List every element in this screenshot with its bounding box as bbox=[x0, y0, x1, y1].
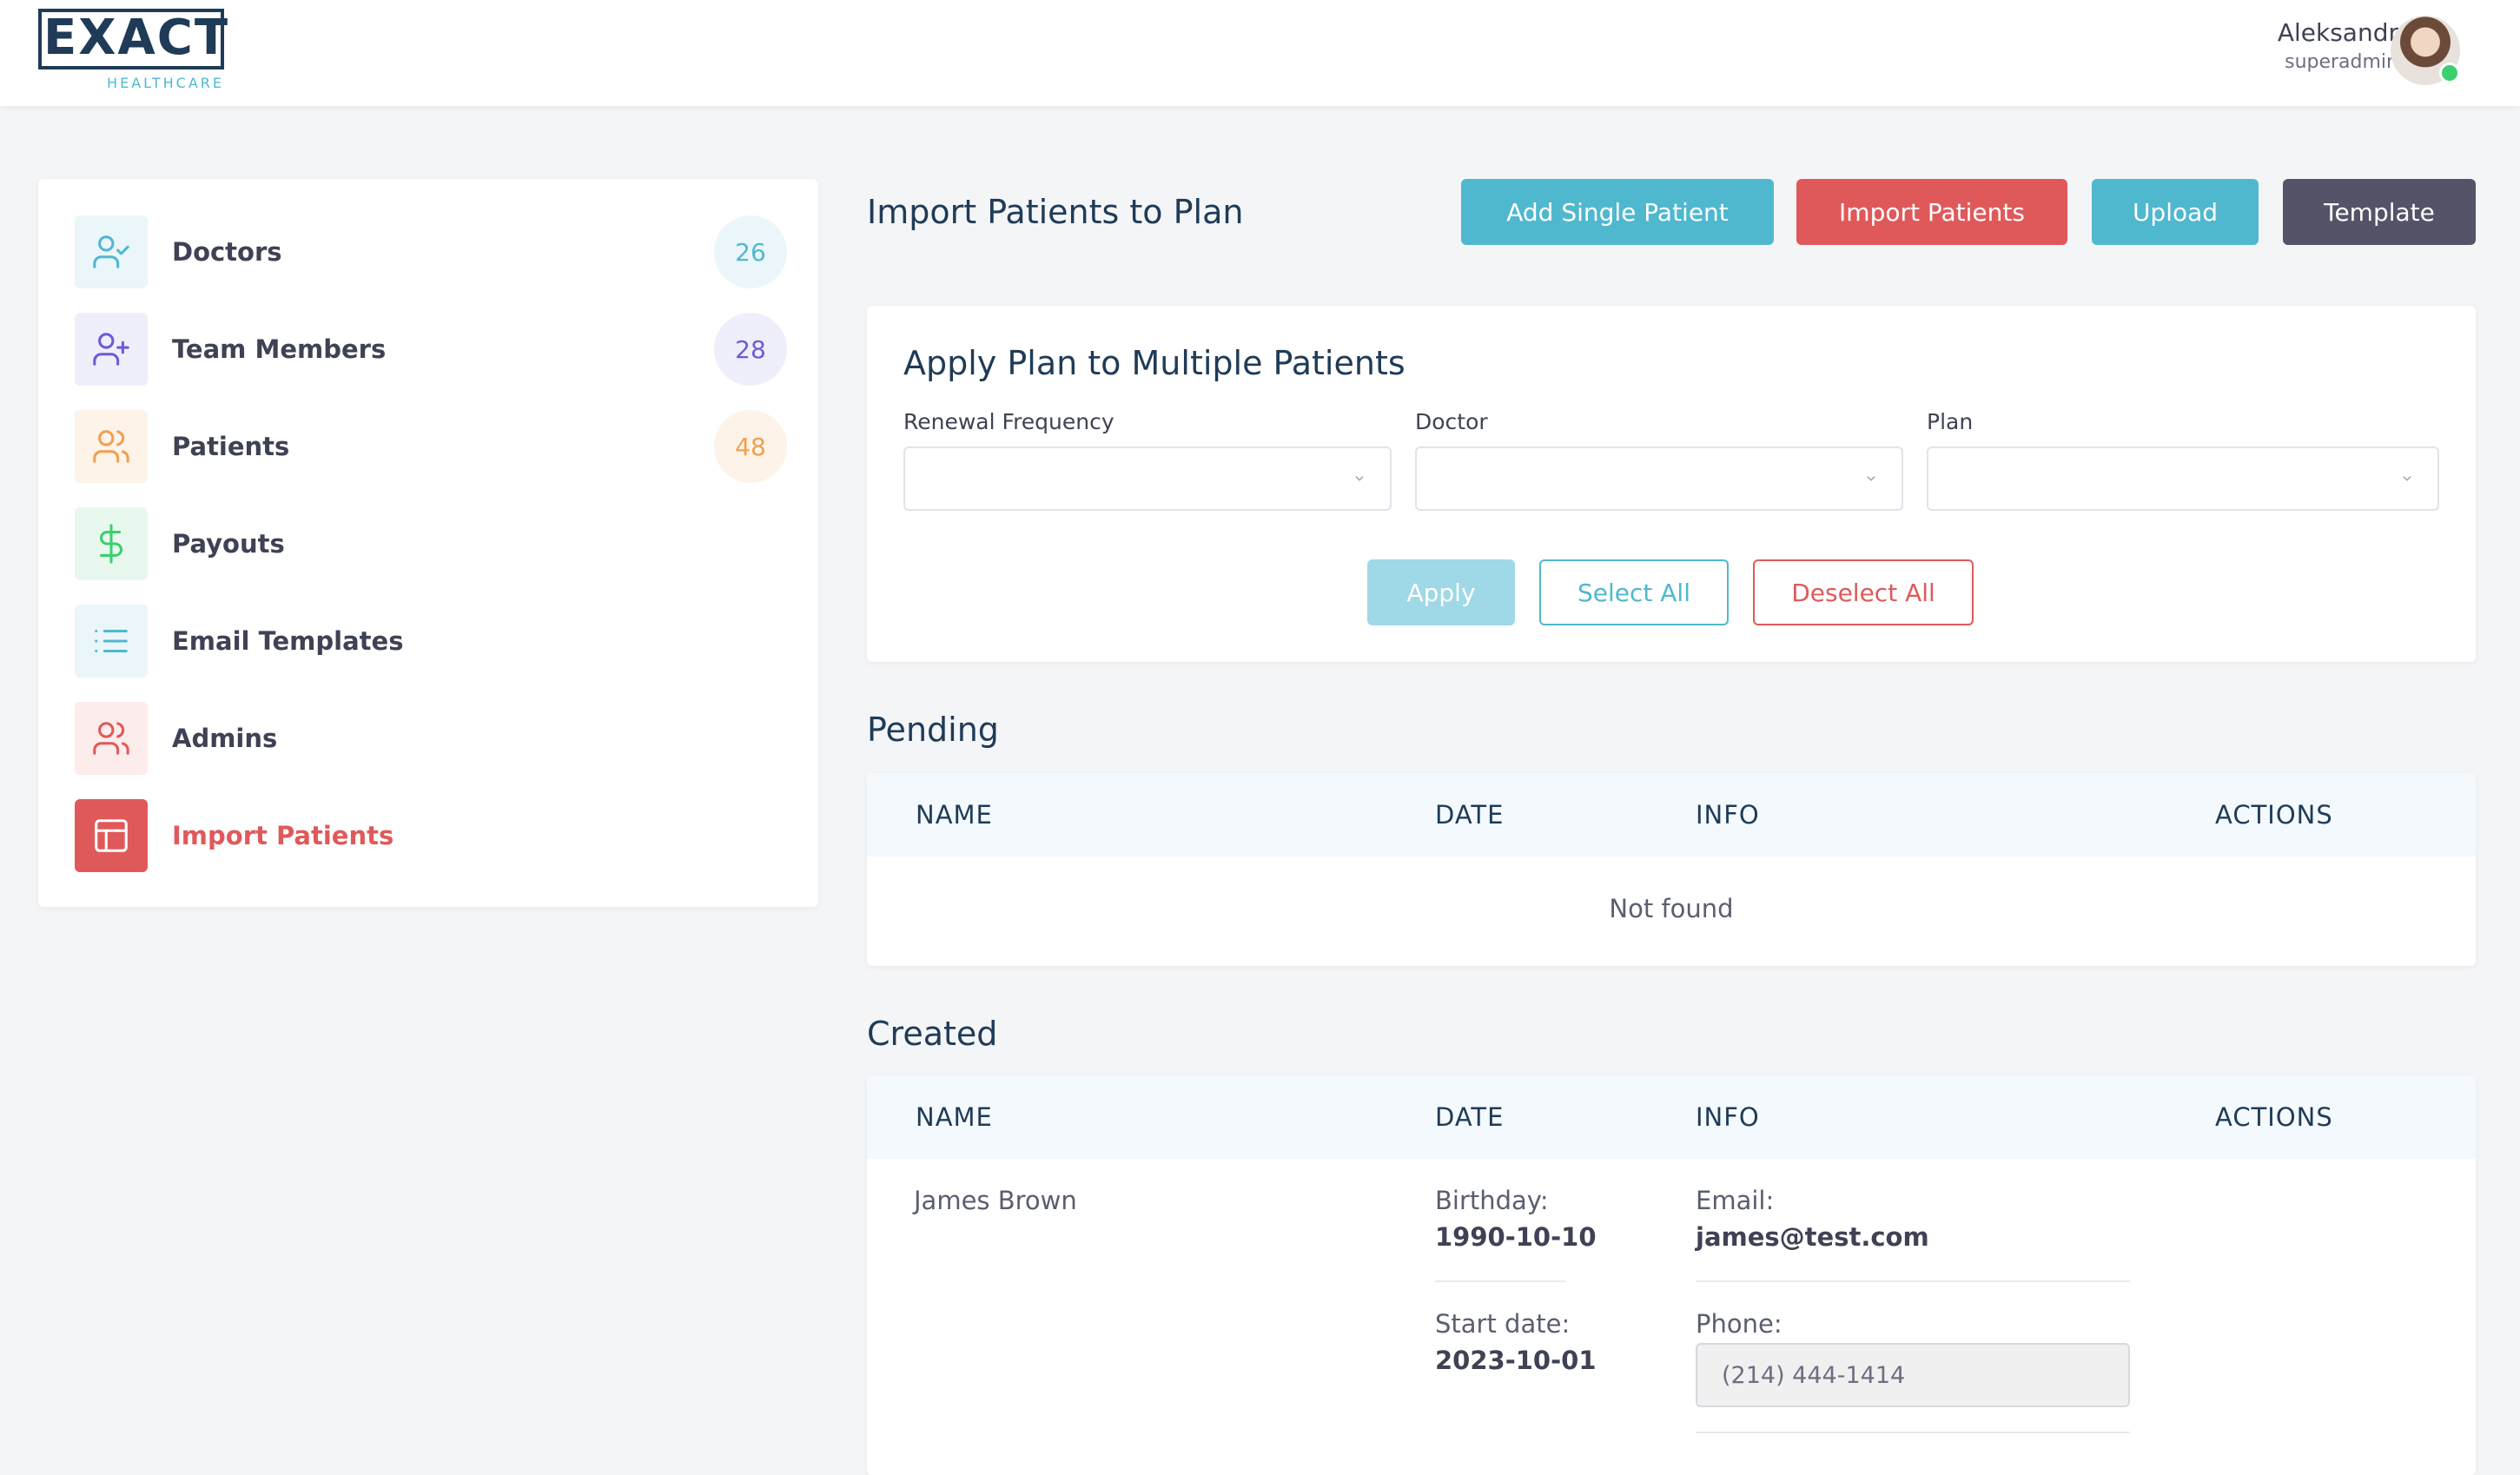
deselect-all-button[interactable]: Deselect All bbox=[1753, 559, 1974, 625]
avatar[interactable] bbox=[2391, 16, 2460, 85]
column-header-info: INFO bbox=[1696, 1102, 1760, 1132]
user-name: Aleksandr bbox=[2277, 18, 2398, 47]
created-table: NAME DATE INFO ACTIONS James Brown Birth… bbox=[867, 1075, 2476, 1475]
email-value: james@test.com bbox=[1696, 1222, 1929, 1252]
sidebar-item-email-templates[interactable]: Email Templates bbox=[75, 605, 787, 678]
logo-subtext: HEALTHCARE bbox=[107, 75, 224, 91]
info-divider bbox=[1696, 1280, 2130, 1282]
birthday-label: Birthday: bbox=[1435, 1186, 1549, 1215]
column-header-name: NAME bbox=[916, 1102, 993, 1132]
sidebar-item-label: Import Patients bbox=[172, 821, 394, 850]
team-members-count-badge: 28 bbox=[714, 313, 787, 386]
start-date-label: Start date: bbox=[1435, 1309, 1571, 1339]
template-button[interactable]: Template bbox=[2283, 179, 2476, 245]
renewal-frequency-select[interactable] bbox=[903, 446, 1392, 511]
sidebar-item-patients[interactable]: Patients 48 bbox=[75, 410, 787, 483]
email-label: Email: bbox=[1696, 1186, 1775, 1215]
column-header-name: NAME bbox=[916, 800, 993, 830]
plan-label: Plan bbox=[1927, 409, 1974, 434]
logo-text: EXACT bbox=[43, 10, 230, 66]
sidebar-item-label: Doctors bbox=[172, 237, 282, 267]
sidebar-item-label: Email Templates bbox=[172, 626, 404, 656]
pending-table-header: NAME DATE INFO ACTIONS bbox=[867, 773, 2476, 857]
birthday-value: 1990-10-10 bbox=[1435, 1222, 1597, 1252]
date-divider bbox=[1435, 1280, 1565, 1282]
column-header-actions: ACTIONS bbox=[2215, 1102, 2333, 1132]
user-role: superadmin bbox=[2285, 51, 2398, 73]
patients-count-badge: 48 bbox=[714, 410, 787, 483]
chevron-down-icon bbox=[2403, 476, 2411, 481]
sidebar: Doctors 26 Team Members 28 Patients 48 P… bbox=[38, 179, 818, 907]
chevron-down-icon bbox=[1355, 476, 1364, 481]
layout-icon bbox=[75, 799, 148, 872]
doctor-select[interactable] bbox=[1415, 446, 1903, 511]
start-date-value: 2023-10-01 bbox=[1435, 1346, 1597, 1375]
sidebar-item-label: Payouts bbox=[172, 529, 285, 559]
apply-plan-card: Apply Plan to Multiple Patients Renewal … bbox=[867, 306, 2476, 662]
users-icon bbox=[75, 702, 148, 775]
column-header-actions: ACTIONS bbox=[2215, 800, 2333, 830]
online-status-icon bbox=[2439, 63, 2460, 83]
chevron-down-icon bbox=[1867, 476, 1875, 481]
patient-name: James Brown bbox=[914, 1186, 1077, 1215]
column-header-info: INFO bbox=[1696, 800, 1760, 830]
renewal-frequency-label: Renewal Frequency bbox=[903, 409, 1114, 434]
import-patients-button[interactable]: Import Patients bbox=[1796, 179, 2067, 245]
sidebar-item-import-patients[interactable]: Import Patients bbox=[75, 799, 787, 872]
user-info[interactable]: Aleksandr superadmin bbox=[2278, 17, 2398, 76]
dollar-icon bbox=[75, 507, 148, 580]
phone-input[interactable] bbox=[1696, 1343, 2130, 1407]
apply-button[interactable]: Apply bbox=[1367, 559, 1515, 625]
info-divider bbox=[1696, 1432, 2130, 1433]
users-icon bbox=[75, 410, 148, 483]
phone-label: Phone: bbox=[1696, 1309, 1783, 1339]
upload-button[interactable]: Upload bbox=[2092, 179, 2259, 245]
created-section-title: Created bbox=[867, 1015, 998, 1053]
user-plus-icon bbox=[75, 313, 148, 386]
column-header-date: DATE bbox=[1435, 1102, 1505, 1132]
doctor-label: Doctor bbox=[1415, 409, 1488, 434]
select-all-button[interactable]: Select All bbox=[1539, 559, 1729, 625]
pending-table: NAME DATE INFO ACTIONS Not found bbox=[867, 773, 2476, 966]
created-table-header: NAME DATE INFO ACTIONS bbox=[867, 1075, 2476, 1159]
doctors-count-badge: 26 bbox=[714, 215, 787, 288]
page-title: Import Patients to Plan bbox=[867, 193, 1244, 231]
sidebar-item-doctors[interactable]: Doctors 26 bbox=[75, 215, 787, 288]
list-icon bbox=[75, 605, 148, 678]
plan-select[interactable] bbox=[1927, 446, 2439, 511]
pending-empty-message: Not found bbox=[1609, 894, 1734, 923]
pending-section-title: Pending bbox=[867, 711, 999, 749]
top-header: EXACT HEALTHCARE Aleksandr superadmin bbox=[0, 0, 2520, 106]
sidebar-item-label: Team Members bbox=[172, 334, 387, 364]
user-check-icon bbox=[75, 215, 148, 288]
column-header-date: DATE bbox=[1435, 800, 1505, 830]
sidebar-item-team-members[interactable]: Team Members 28 bbox=[75, 313, 787, 386]
sidebar-item-admins[interactable]: Admins bbox=[75, 702, 787, 775]
sidebar-item-label: Admins bbox=[172, 724, 278, 753]
sidebar-item-payouts[interactable]: Payouts bbox=[75, 507, 787, 580]
sidebar-item-label: Patients bbox=[172, 432, 290, 461]
add-single-patient-button[interactable]: Add Single Patient bbox=[1461, 179, 1774, 245]
apply-plan-title: Apply Plan to Multiple Patients bbox=[903, 344, 1406, 382]
exact-healthcare-logo[interactable]: EXACT HEALTHCARE bbox=[38, 9, 230, 91]
